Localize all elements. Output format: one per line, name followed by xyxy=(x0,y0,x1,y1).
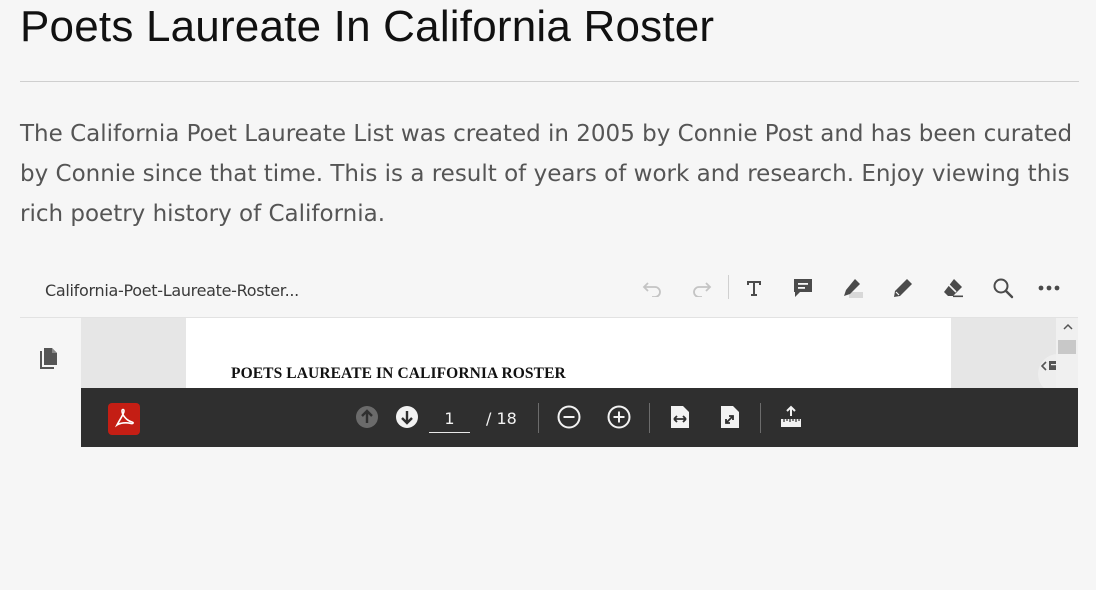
document-canvas: POETS LAUREATE IN CALIFORNIA ROSTER xyxy=(81,318,1078,388)
undo-icon xyxy=(642,282,661,297)
highlight-button[interactable] xyxy=(838,274,868,302)
previous-page-icon xyxy=(356,406,378,428)
acrobat-icon xyxy=(114,408,134,428)
vertical-scrollbar[interactable] xyxy=(1056,318,1078,388)
page-title: Poets Laureate In California Roster xyxy=(20,2,715,51)
comment-icon xyxy=(794,279,812,297)
zoom-in-button[interactable] xyxy=(604,402,634,432)
page-thumbnails-button[interactable] xyxy=(38,346,60,375)
scrollbar-thumb[interactable] xyxy=(1058,340,1076,354)
bottom-bar-divider xyxy=(538,403,539,433)
page-thumbnails-icon xyxy=(40,348,57,369)
toolbar-divider xyxy=(728,275,729,299)
full-screen-icon xyxy=(781,405,801,427)
more-options-button[interactable] xyxy=(1034,274,1064,302)
search-icon xyxy=(993,278,1014,299)
eraser-button[interactable] xyxy=(938,274,968,302)
draw-icon xyxy=(894,279,912,297)
draw-button[interactable] xyxy=(888,274,918,302)
next-page-button[interactable] xyxy=(392,402,422,432)
redo-icon xyxy=(693,282,712,297)
bottom-bar-divider xyxy=(649,403,650,433)
pdf-bottom-bar: / 18 xyxy=(81,388,1078,447)
add-text-icon xyxy=(747,281,761,296)
add-text-button[interactable] xyxy=(739,274,769,302)
eraser-icon xyxy=(944,279,963,298)
zoom-out-button[interactable] xyxy=(554,402,584,432)
undo-button[interactable] xyxy=(637,274,667,302)
page-total-label: / 18 xyxy=(486,409,517,428)
document-file-name: California-Poet-Laureate-Roster... xyxy=(45,281,299,300)
fit-page-button[interactable] xyxy=(715,402,745,432)
previous-page-button[interactable] xyxy=(352,402,382,432)
zoom-in-icon xyxy=(607,405,631,429)
next-page-icon xyxy=(396,406,418,428)
scroll-up-icon[interactable] xyxy=(1062,322,1074,332)
full-screen-button[interactable] xyxy=(776,402,806,432)
fit-width-button[interactable] xyxy=(665,402,695,432)
pdf-page: POETS LAUREATE IN CALIFORNIA ROSTER xyxy=(186,318,951,388)
pdf-page-heading: POETS LAUREATE IN CALIFORNIA ROSTER xyxy=(231,365,566,382)
search-button[interactable] xyxy=(988,274,1018,302)
highlight-icon xyxy=(844,279,863,298)
title-divider xyxy=(20,81,1079,82)
more-options-icon xyxy=(1038,285,1060,291)
fit-width-icon xyxy=(671,406,689,428)
viewer-left-rail xyxy=(20,318,81,448)
acrobat-logo xyxy=(108,403,140,435)
comment-button[interactable] xyxy=(788,274,818,302)
fit-page-icon xyxy=(721,406,739,428)
redo-button[interactable] xyxy=(687,274,717,302)
pdf-viewer-toolbar: California-Poet-Laureate-Roster... xyxy=(20,262,1078,318)
bottom-bar-divider xyxy=(760,403,761,433)
page-number-input[interactable] xyxy=(429,405,470,433)
intro-paragraph: The California Poet Laureate List was cr… xyxy=(20,121,1073,227)
zoom-out-icon xyxy=(557,405,581,429)
